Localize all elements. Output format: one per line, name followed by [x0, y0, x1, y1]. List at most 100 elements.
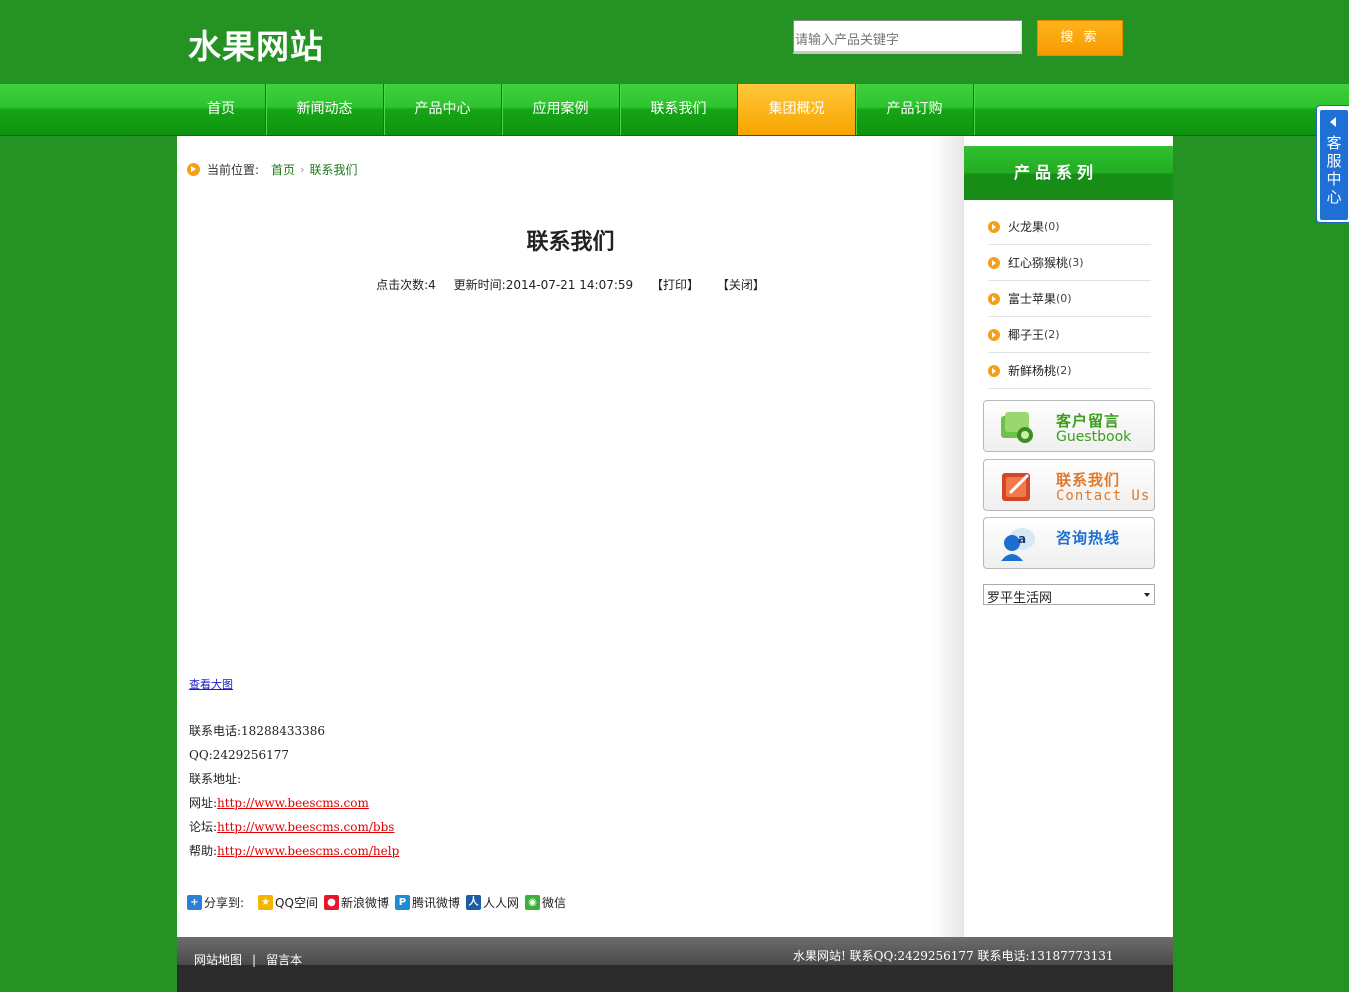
article-meta: 点击次数:4 更新时间:2014-07-21 14:07:59 【打印】 【关闭…: [177, 276, 964, 293]
nav-item-home[interactable]: 首页: [177, 84, 266, 135]
chevron-left-icon: [1330, 117, 1336, 127]
guestbook-button[interactable]: 客户留言 Guestbook: [983, 400, 1155, 452]
contact-book-icon: [1002, 473, 1030, 501]
hotline-icon: a: [1001, 528, 1035, 561]
wechat-icon: ◉: [525, 895, 540, 910]
footer-guestbook-link[interactable]: 留言本: [266, 953, 302, 967]
footer-separator: |: [252, 953, 257, 967]
weibo-icon: ●: [323, 895, 339, 910]
arrow-bullet-icon: [988, 256, 1000, 269]
friend-links-select[interactable]: 罗平生活网: [983, 584, 1155, 606]
svg-text:a: a: [1018, 532, 1026, 546]
search-button[interactable]: 搜 索: [1037, 20, 1123, 56]
chevron-down-icon: [1144, 593, 1150, 597]
contact-us-title: 联系我们: [1056, 471, 1121, 489]
close-button[interactable]: 【关闭】: [717, 278, 765, 292]
category-count: (0): [1044, 220, 1060, 233]
category-count: (3): [1068, 256, 1084, 269]
contact-info: 联系电话:18288433386 QQ:2429256177 联系地址: 网址:…: [189, 719, 399, 863]
category-item[interactable]: 椰子王 (2): [988, 317, 1151, 353]
breadcrumb-home[interactable]: 首页: [271, 161, 295, 178]
category-name: 富士苹果: [1008, 292, 1057, 306]
qzone-icon: ★: [258, 895, 274, 910]
category-count: (0): [1056, 292, 1072, 305]
share-weibo[interactable]: ● 新浪微博: [323, 894, 389, 911]
site-label: 网址:: [189, 796, 218, 810]
update-time: 更新时间:2014-07-21 14:07:59: [453, 278, 634, 292]
share-tencent-label: 腾讯微博: [411, 896, 460, 910]
share-wechat-label: 微信: [542, 896, 567, 910]
share-renren-label: 人人网: [482, 896, 519, 910]
category-item[interactable]: 火龙果 (0): [988, 209, 1151, 245]
help-label: 帮助:: [189, 844, 218, 858]
share-weibo-label: 新浪微博: [340, 896, 389, 910]
category-item[interactable]: 富士苹果 (0): [988, 281, 1151, 317]
renren-icon: 人: [465, 895, 481, 910]
nav-item-news[interactable]: 新闻动态: [266, 84, 384, 135]
footer-sitemap-link[interactable]: 网站地图: [194, 953, 242, 967]
share-bar: + 分享到: ★ QQ空间 ● 新浪微博 P 腾讯微博 人 人人网 ◉ 微信: [187, 894, 572, 911]
nav-item-order[interactable]: 产品订购: [856, 84, 974, 135]
sidebar: 产品系列 火龙果 (0) 红心猕猴桃 (3) 富士苹果 (0) 椰子王 (2) …: [964, 136, 1173, 937]
arrow-bullet-icon: [988, 292, 1000, 305]
breadcrumb: 当前位置: 首页 › 联系我们: [187, 161, 357, 178]
category-name: 火龙果: [1008, 220, 1045, 234]
arrow-bullet-icon: [187, 163, 200, 176]
site-link[interactable]: http://www.beescms.com: [217, 796, 369, 810]
category-name: 新鲜杨桃: [1008, 364, 1057, 378]
guestbook-icon: [1001, 412, 1033, 443]
nav-items: 首页 新闻动态 产品中心 应用案例 联系我们 集团概况 产品订购: [177, 84, 974, 135]
hotline-button[interactable]: a 咨询热线: [983, 517, 1155, 569]
share-more[interactable]: + 分享到:: [187, 894, 244, 911]
contact-us-button[interactable]: 联系我们 Contact Us: [983, 459, 1155, 511]
nav-item-cases[interactable]: 应用案例: [502, 84, 620, 135]
contact-phone: 联系电话:18288433386: [189, 724, 326, 738]
category-item[interactable]: 新鲜杨桃 (2): [988, 353, 1151, 389]
footer-links: 网站地图 | 留言本: [194, 951, 302, 968]
customer-service-tab[interactable]: 客服中心: [1316, 105, 1349, 223]
arrow-bullet-icon: [988, 364, 1000, 377]
view-large-image-link[interactable]: 查看大图: [189, 676, 233, 692]
nav-item-products[interactable]: 产品中心: [384, 84, 502, 135]
category-item[interactable]: 红心猕猴桃 (3): [988, 245, 1151, 281]
service-panel: 客服中心: [1320, 110, 1348, 220]
site-logo[interactable]: 水果网站: [188, 20, 324, 68]
main-content: 当前位置: 首页 › 联系我们 联系我们 点击次数:4 更新时间:2014-07…: [177, 136, 964, 937]
contact-site-row: 网址:http://www.beescms.com: [189, 791, 399, 815]
forum-label: 论坛:: [189, 820, 218, 834]
category-name: 椰子王: [1008, 328, 1045, 342]
nav-item-contact[interactable]: 联系我们: [620, 84, 738, 135]
main-nav: 首页 新闻动态 产品中心 应用案例 联系我们 集团概况 产品订购: [0, 84, 1349, 136]
plus-icon: +: [187, 895, 202, 910]
share-renren[interactable]: 人 人人网: [465, 894, 519, 911]
help-link[interactable]: http://www.beescms.com/help: [217, 844, 399, 858]
page-title: 联系我们: [526, 229, 615, 255]
arrow-bullet-icon: [988, 220, 1000, 233]
breadcrumb-label: 当前位置:: [207, 163, 260, 177]
category-list: 火龙果 (0) 红心猕猴桃 (3) 富士苹果 (0) 椰子王 (2) 新鲜杨桃 …: [988, 209, 1151, 389]
share-tencent-weibo[interactable]: P 腾讯微博: [394, 894, 460, 911]
contact-us-subtitle: Contact Us: [1056, 488, 1151, 504]
friend-links-selected: 罗平生活网: [987, 591, 1053, 606]
share-wechat[interactable]: ◉ 微信: [525, 894, 566, 911]
view-count: 点击次数:4: [376, 278, 436, 292]
share-qzone[interactable]: ★ QQ空间: [258, 894, 318, 911]
breadcrumb-current[interactable]: 联系我们: [309, 161, 357, 178]
guestbook-title: 客户留言: [1056, 412, 1121, 430]
forum-link[interactable]: http://www.beescms.com/bbs: [217, 820, 394, 834]
category-name: 红心猕猴桃: [1008, 256, 1069, 270]
header: 水果网站 搜 索: [0, 0, 1349, 84]
category-count: (2): [1056, 364, 1072, 377]
contact-address: 联系地址:: [189, 772, 242, 786]
share-qzone-label: QQ空间: [275, 896, 318, 910]
service-label: 客服中心: [1326, 134, 1342, 206]
nav-item-group[interactable]: 集团概况: [738, 84, 856, 135]
contact-qq: QQ:2429256177: [189, 748, 290, 762]
print-button[interactable]: 【打印】: [651, 278, 699, 292]
hotline-title: 咨询热线: [1056, 529, 1121, 547]
tencent-weibo-icon: P: [394, 895, 410, 910]
search-input[interactable]: [793, 20, 1022, 54]
footer-bottom: [177, 965, 1173, 992]
arrow-bullet-icon: [988, 328, 1000, 341]
contact-forum-row: 论坛:http://www.beescms.com/bbs: [189, 815, 399, 839]
